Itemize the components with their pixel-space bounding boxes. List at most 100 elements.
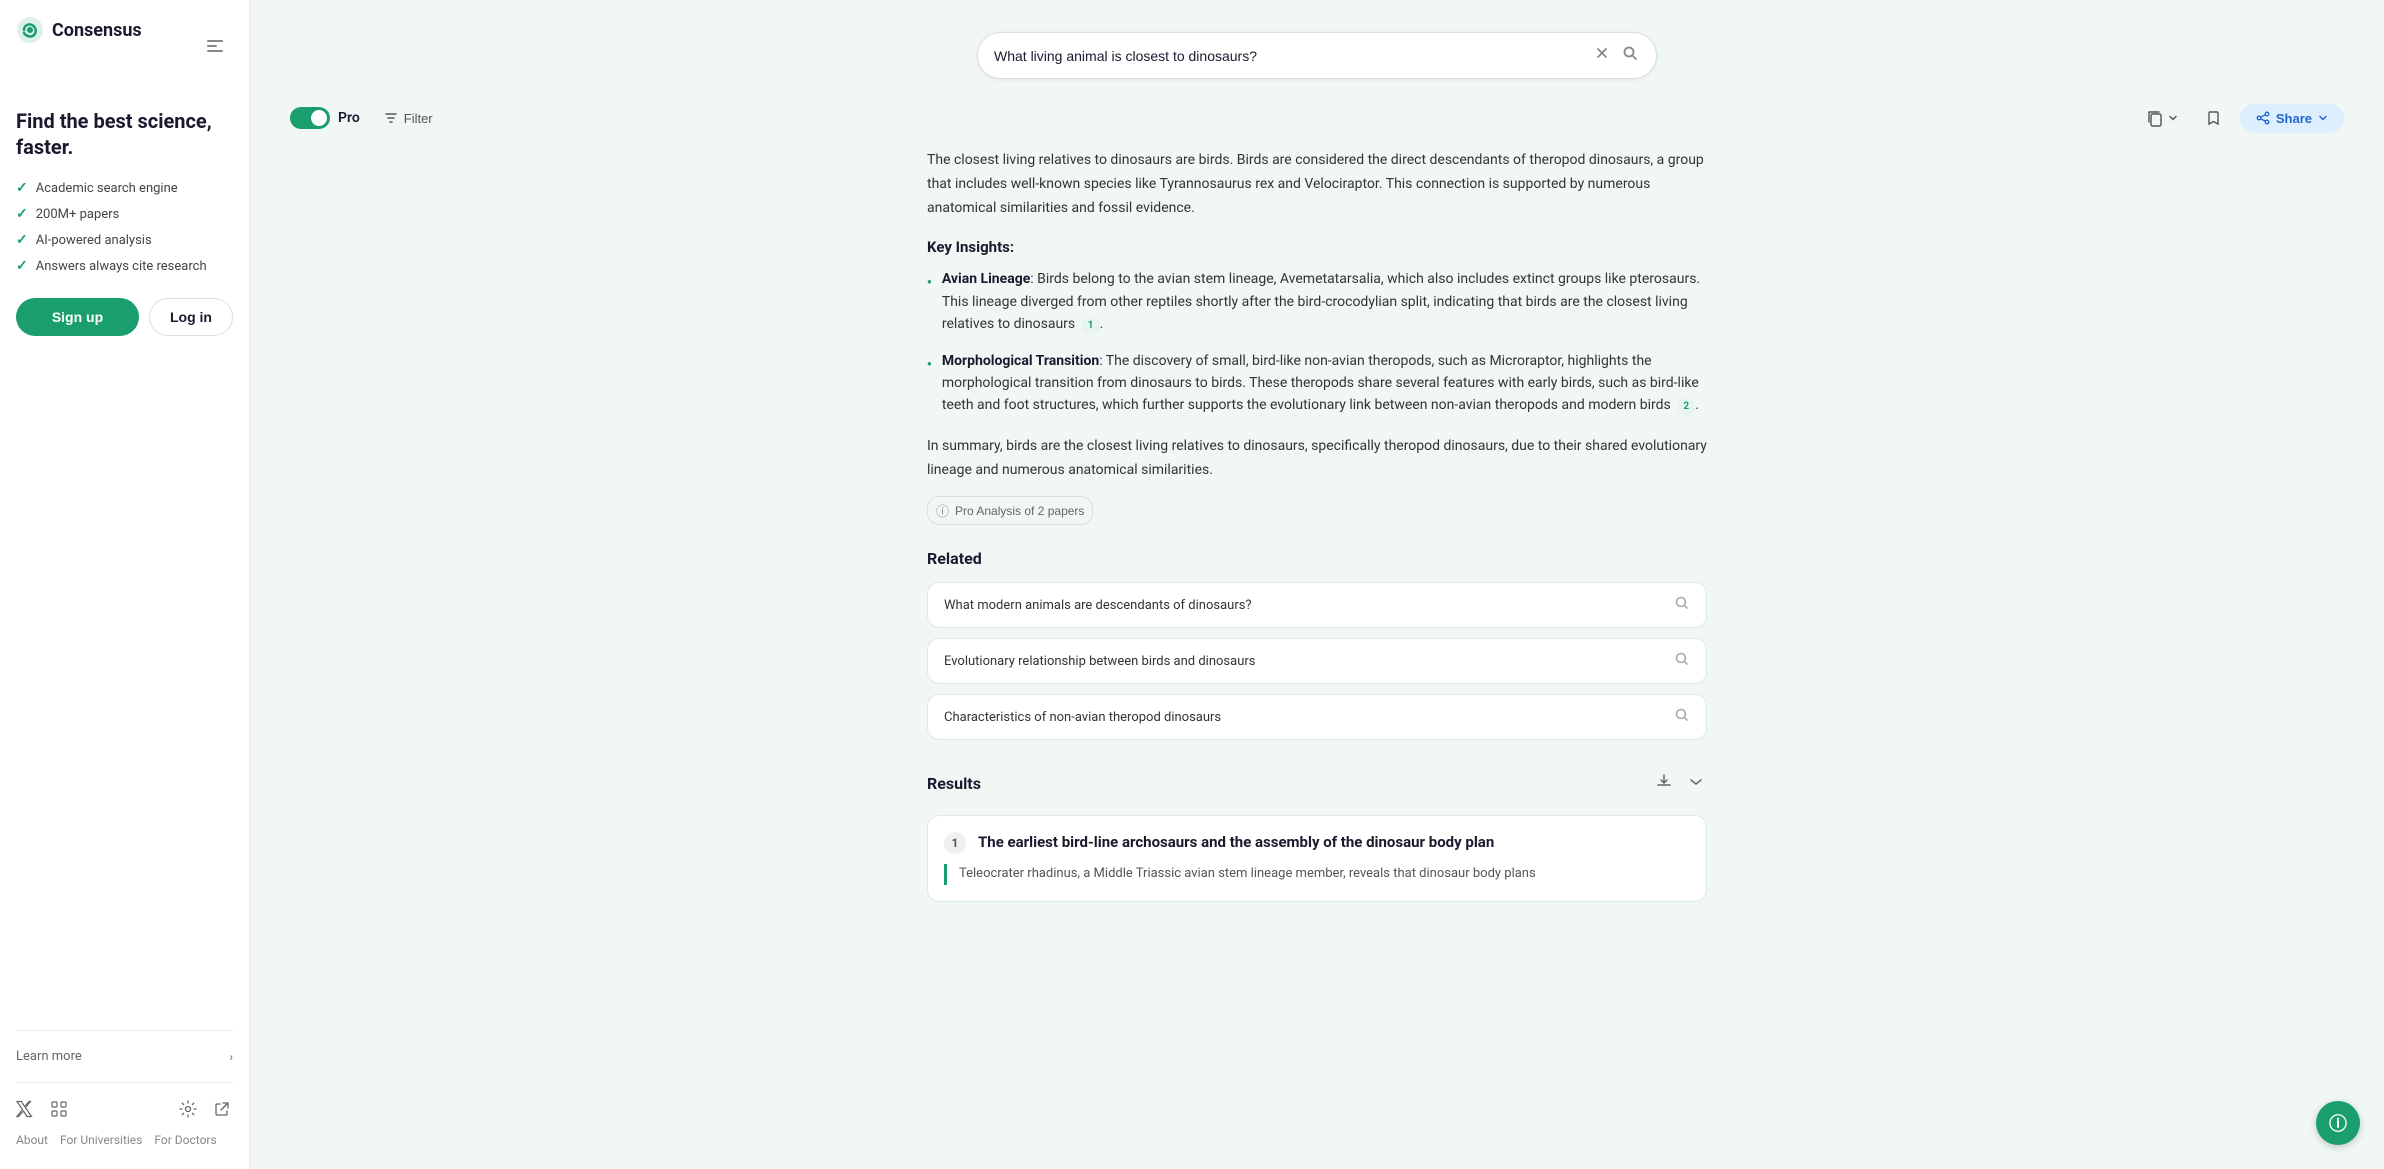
insight-item-2: ● Morphological Transition: The discover… bbox=[927, 350, 1707, 417]
pro-label: Pro bbox=[338, 110, 360, 126]
check-icon-4: ✓ bbox=[16, 258, 28, 274]
search-clear-button[interactable] bbox=[1592, 43, 1612, 68]
copy-icon bbox=[2146, 109, 2164, 127]
auth-buttons: Sign up Log in bbox=[16, 298, 233, 336]
info-icon: ⓘ bbox=[936, 501, 949, 520]
settings-icon[interactable] bbox=[179, 1099, 199, 1119]
feature-label-1: Academic search engine bbox=[36, 181, 178, 196]
pro-toggle: Pro bbox=[290, 107, 360, 129]
feature-academic: ✓ Academic search engine bbox=[16, 180, 233, 196]
feature-citations: ✓ Answers always cite research bbox=[16, 258, 233, 274]
logo: Consensus bbox=[16, 16, 142, 44]
features-list: ✓ Academic search engine ✓ 200M+ papers … bbox=[16, 180, 233, 274]
pro-analysis-label: Pro Analysis of 2 papers bbox=[955, 504, 1084, 518]
related-list: What modern animals are descendants of d… bbox=[927, 582, 1707, 740]
pro-toggle-switch[interactable] bbox=[290, 107, 330, 129]
sidebar-divider-2 bbox=[16, 1082, 233, 1083]
pro-analysis-badge[interactable]: ⓘ Pro Analysis of 2 papers bbox=[927, 496, 1093, 525]
toolbar: Pro Filter bbox=[250, 95, 2384, 141]
filter-icon bbox=[384, 111, 398, 125]
feature-label-4: Answers always cite research bbox=[36, 259, 207, 274]
search-bar bbox=[977, 32, 1657, 79]
insight-title-1: Avian Lineage bbox=[942, 271, 1030, 287]
copy-button[interactable] bbox=[2138, 103, 2186, 133]
related-item-1[interactable]: What modern animals are descendants of d… bbox=[927, 582, 1707, 628]
logo-text: Consensus bbox=[52, 20, 142, 41]
download-button[interactable] bbox=[1651, 768, 1677, 799]
related-item-3[interactable]: Characteristics of non-avian theropod di… bbox=[927, 694, 1707, 740]
share-button[interactable]: Share bbox=[2240, 104, 2344, 133]
related-search-icon-3 bbox=[1674, 707, 1690, 727]
about-link[interactable]: About bbox=[16, 1133, 48, 1147]
results-header: Results bbox=[927, 768, 1707, 799]
feature-label-2: 200M+ papers bbox=[36, 207, 120, 222]
related-label-2: Evolutionary relationship between birds … bbox=[944, 654, 1256, 669]
search-area bbox=[250, 0, 2384, 95]
insight-body-1: : Birds belong to the avian stem lineage… bbox=[942, 271, 1700, 332]
floating-help-button[interactable]: ⓘ bbox=[2316, 1101, 2360, 1145]
related-label-3: Characteristics of non-avian theropod di… bbox=[944, 710, 1221, 725]
related-search-icon-1 bbox=[1674, 595, 1690, 615]
sidebar-headline: Find the best science, faster. bbox=[16, 108, 233, 160]
clear-icon bbox=[1594, 45, 1610, 61]
related-item-2[interactable]: Evolutionary relationship between birds … bbox=[927, 638, 1707, 684]
login-button[interactable]: Log in bbox=[149, 298, 233, 336]
citation-badge-2[interactable]: 2 bbox=[1677, 398, 1695, 416]
download-icon bbox=[1655, 772, 1673, 790]
sidebar-divider bbox=[16, 1030, 233, 1031]
expand-results-button[interactable] bbox=[1685, 771, 1707, 796]
key-insights-title: Key Insights: bbox=[927, 238, 1707, 256]
external-link-icon[interactable] bbox=[213, 1099, 233, 1119]
consensus-logo-icon bbox=[16, 16, 44, 44]
sidebar-bottom: Learn more › bbox=[16, 1022, 233, 1153]
summary-conclusion: In summary, birds are the closest living… bbox=[927, 435, 1707, 483]
insight-text-1: Avian Lineage: Birds belong to the avian… bbox=[942, 268, 1707, 335]
check-icon-2: ✓ bbox=[16, 206, 28, 222]
slack-icon[interactable] bbox=[50, 1099, 70, 1119]
sidebar-footer-links: About For Universities For Doctors bbox=[16, 1127, 233, 1153]
results-actions bbox=[1651, 768, 1707, 799]
doctors-link[interactable]: For Doctors bbox=[154, 1133, 216, 1147]
check-icon-3: ✓ bbox=[16, 232, 28, 248]
search-submit-button[interactable] bbox=[1620, 43, 1640, 68]
learn-more-row[interactable]: Learn more › bbox=[16, 1039, 233, 1074]
insights-list: ● Avian Lineage: Birds belong to the avi… bbox=[927, 268, 1707, 416]
twitter-x-icon[interactable] bbox=[16, 1099, 36, 1119]
insight-bullet-1: ● bbox=[927, 276, 932, 335]
result-card-1: 1 The earliest bird-line archosaurs and … bbox=[927, 815, 1707, 902]
footer-icons bbox=[16, 1091, 233, 1127]
help-icon: ⓘ bbox=[2329, 1110, 2347, 1136]
filter-label: Filter bbox=[404, 111, 433, 126]
chevron-down-icon bbox=[2168, 113, 2178, 123]
chevron-right-icon: › bbox=[229, 1050, 233, 1064]
share-chevron-icon bbox=[2318, 113, 2328, 123]
learn-more-label: Learn more bbox=[16, 1049, 82, 1064]
search-input[interactable] bbox=[994, 48, 1584, 64]
feature-papers: ✓ 200M+ papers bbox=[16, 206, 233, 222]
insight-text-2: Morphological Transition: The discovery … bbox=[942, 350, 1707, 417]
main-content: Pro Filter bbox=[250, 0, 2384, 1169]
bookmark-icon bbox=[2204, 109, 2222, 127]
bookmark-button[interactable] bbox=[2196, 103, 2230, 133]
related-search-icon-2 bbox=[1674, 651, 1690, 671]
related-section-title: Related bbox=[927, 549, 1707, 568]
toggle-sidebar-button[interactable] bbox=[197, 30, 233, 62]
sidebar-toggle-icon bbox=[205, 36, 225, 56]
feature-ai: ✓ AI-powered analysis bbox=[16, 232, 233, 248]
universities-link[interactable]: For Universities bbox=[60, 1133, 142, 1147]
expand-icon bbox=[1689, 775, 1703, 789]
filter-button[interactable]: Filter bbox=[376, 107, 441, 130]
search-icon bbox=[1622, 45, 1638, 61]
insight-title-2: Morphological Transition bbox=[942, 353, 1099, 369]
citation-badge-1[interactable]: 1 bbox=[1082, 317, 1100, 335]
feature-label-3: AI-powered analysis bbox=[36, 233, 152, 248]
answer-summary: The closest living relatives to dinosaur… bbox=[927, 149, 1707, 220]
result-number-1: 1 bbox=[944, 832, 966, 854]
share-icon bbox=[2256, 111, 2270, 125]
toolbar-right: Share bbox=[2138, 103, 2344, 133]
result-title-1[interactable]: The earliest bird-line archosaurs and th… bbox=[978, 832, 1494, 853]
toolbar-left: Pro Filter bbox=[290, 107, 441, 130]
insight-bullet-2: ● bbox=[927, 358, 932, 417]
signup-button[interactable]: Sign up bbox=[16, 298, 139, 336]
results-section-title: Results bbox=[927, 774, 981, 793]
